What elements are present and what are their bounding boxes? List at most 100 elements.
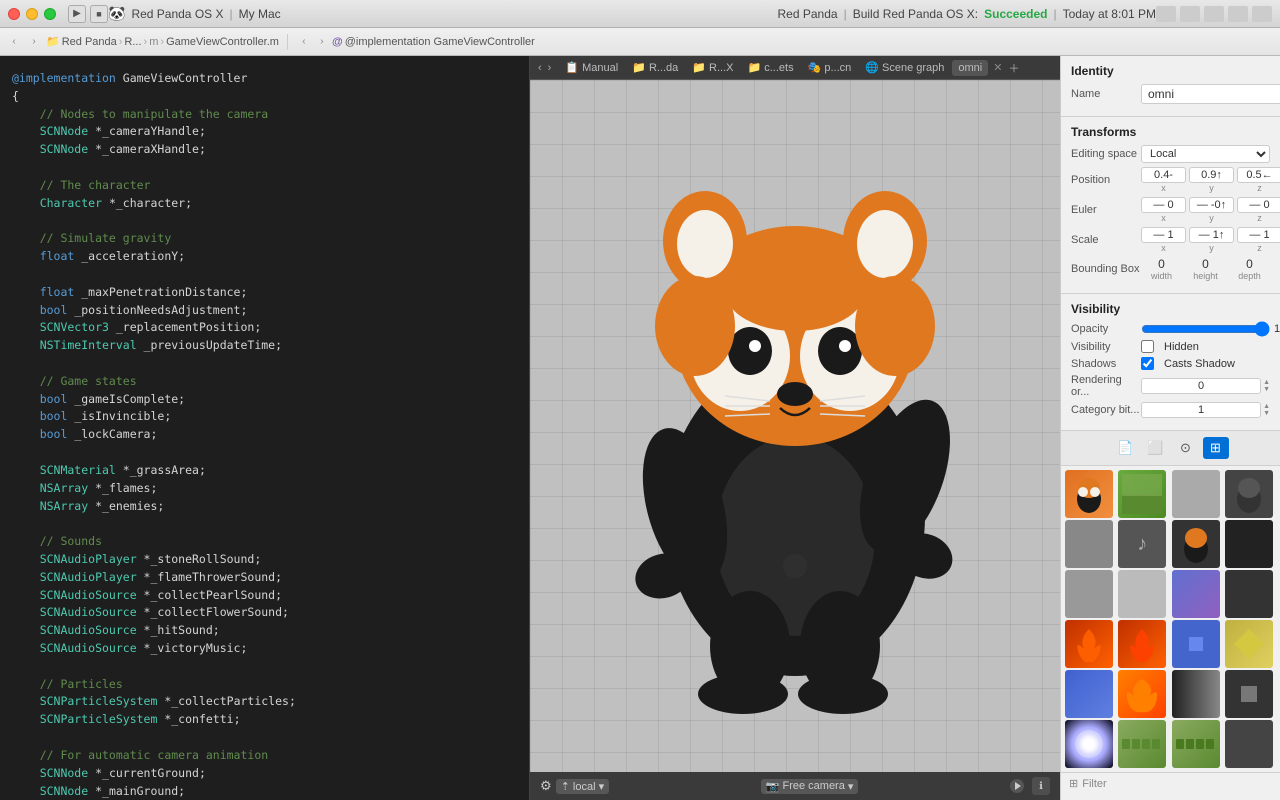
category-label: Category bit... bbox=[1071, 404, 1141, 416]
asset-cell[interactable] bbox=[1118, 620, 1166, 668]
asset-cell[interactable] bbox=[1065, 720, 1113, 768]
tab-c-ets[interactable]: 📁 c...ets bbox=[742, 59, 800, 76]
panel-icon[interactable] bbox=[1252, 6, 1272, 22]
local-mode-btn[interactable]: ⇡ local ▾ bbox=[556, 779, 609, 794]
editing-space-select[interactable]: Local World bbox=[1141, 145, 1270, 163]
code-editor[interactable]: @implementation GameViewController { // … bbox=[0, 56, 530, 800]
euler-y-label: y bbox=[1209, 213, 1214, 223]
bc-m[interactable]: m bbox=[149, 36, 158, 48]
tab-r-x[interactable]: 📁 R...X bbox=[686, 59, 739, 76]
asset-cell[interactable] bbox=[1065, 670, 1113, 718]
minimize-button[interactable] bbox=[26, 8, 38, 20]
position-x-input[interactable] bbox=[1141, 167, 1186, 183]
euler-y-input[interactable] bbox=[1189, 197, 1234, 213]
euler-x-input[interactable] bbox=[1141, 197, 1186, 213]
stop-icon[interactable]: ■ bbox=[90, 5, 108, 23]
asset-cell[interactable] bbox=[1172, 720, 1220, 768]
bc-r[interactable]: R... bbox=[124, 36, 141, 48]
scale-z-input[interactable] bbox=[1237, 227, 1280, 243]
scene-tabs: ‹ › 📋 Manual 📁 R...da 📁 R...X 📁 c...ets … bbox=[530, 56, 1060, 80]
tab-omni[interactable]: omni bbox=[952, 60, 988, 76]
scene-info-icon[interactable]: ℹ bbox=[1032, 777, 1050, 795]
asset-cell[interactable] bbox=[1118, 470, 1166, 518]
position-y-input[interactable] bbox=[1189, 167, 1234, 183]
asset-cell[interactable] bbox=[1172, 670, 1220, 718]
asset-cell[interactable] bbox=[1065, 570, 1113, 618]
breadcrumb: 📁 Red Panda › R... › m › GameViewControl… bbox=[46, 35, 279, 48]
window-controls[interactable] bbox=[8, 8, 56, 20]
scope-forward[interactable]: › bbox=[314, 34, 330, 50]
asset-tab-grid[interactable]: ⊞ bbox=[1203, 437, 1229, 459]
scheme-icon[interactable] bbox=[1180, 6, 1200, 22]
code-line: SCNAudioSource *_collectFlowerSound; bbox=[12, 604, 517, 622]
asset-tab-cube[interactable]: ⬜ bbox=[1143, 437, 1169, 459]
asset-cell[interactable] bbox=[1225, 520, 1273, 568]
tab-nav-forward[interactable]: › bbox=[548, 62, 552, 74]
name-input[interactable] bbox=[1141, 84, 1280, 104]
play-icon[interactable]: ▶ bbox=[68, 5, 86, 23]
nav-back-button[interactable]: ‹ bbox=[6, 34, 22, 50]
nav-forward-button[interactable]: › bbox=[26, 34, 42, 50]
position-z-input[interactable] bbox=[1237, 167, 1280, 183]
euler-z-input[interactable] bbox=[1237, 197, 1280, 213]
tab-manual[interactable]: 📋 Manual bbox=[559, 59, 624, 76]
code-line: SCNVector3 _replacementPosition; bbox=[12, 319, 517, 337]
build-status: Succeeded bbox=[984, 7, 1047, 21]
implementation-path[interactable]: @implementation GameViewController bbox=[345, 36, 535, 48]
rendering-down-arrow[interactable]: ▼ bbox=[1263, 386, 1270, 393]
tab-separator bbox=[287, 34, 288, 50]
category-stepper[interactable]: ▲ ▼ bbox=[1263, 403, 1270, 417]
tab-close-icon[interactable]: ✕ bbox=[993, 61, 1002, 74]
casts-shadow-checkbox[interactable] bbox=[1141, 357, 1154, 370]
asset-tab-document[interactable]: 📄 bbox=[1113, 437, 1139, 459]
camera-mode-btn[interactable]: 📷 Free camera ▾ bbox=[761, 779, 859, 794]
category-up-arrow[interactable]: ▲ bbox=[1263, 403, 1270, 410]
scale-y-input[interactable] bbox=[1189, 227, 1234, 243]
tab-add-icon[interactable]: ＋ bbox=[1008, 60, 1019, 76]
asset-cell[interactable] bbox=[1065, 470, 1113, 518]
play-scene-button[interactable] bbox=[1010, 779, 1024, 793]
asset-cell[interactable] bbox=[1118, 570, 1166, 618]
activity-icon[interactable] bbox=[1204, 6, 1224, 22]
asset-cell[interactable] bbox=[1225, 620, 1273, 668]
scale-x-input[interactable] bbox=[1141, 227, 1186, 243]
category-input[interactable] bbox=[1141, 402, 1261, 418]
scene-canvas bbox=[530, 80, 1060, 772]
scene-view: ‹ › 📋 Manual 📁 R...da 📁 R...X 📁 c...ets … bbox=[530, 56, 1060, 800]
asset-cell[interactable] bbox=[1172, 520, 1220, 568]
opacity-slider[interactable] bbox=[1141, 322, 1270, 336]
asset-tab-circle[interactable]: ⊙ bbox=[1173, 437, 1199, 459]
bc-project[interactable]: Red Panda bbox=[62, 36, 117, 48]
category-down-arrow[interactable]: ▼ bbox=[1263, 410, 1270, 417]
close-button[interactable] bbox=[8, 8, 20, 20]
asset-cell[interactable] bbox=[1172, 470, 1220, 518]
asset-cell[interactable] bbox=[1225, 670, 1273, 718]
rendering-input[interactable] bbox=[1141, 378, 1261, 394]
scope-back[interactable]: ‹ bbox=[296, 34, 312, 50]
asset-cell[interactable] bbox=[1065, 520, 1113, 568]
asset-cell[interactable] bbox=[1065, 620, 1113, 668]
tab-r-da[interactable]: 📁 R...da bbox=[626, 59, 684, 76]
asset-cell[interactable] bbox=[1172, 570, 1220, 618]
bc-root-icon: 📁 bbox=[46, 35, 60, 48]
tab-scene-graph[interactable]: 🌐 Scene graph bbox=[859, 59, 950, 76]
bc-file[interactable]: GameViewController.m bbox=[166, 36, 279, 48]
asset-cell[interactable] bbox=[1225, 720, 1273, 768]
asset-cell[interactable] bbox=[1172, 620, 1220, 668]
bb-depth-value: 0 bbox=[1246, 257, 1253, 271]
editor-mode-icon[interactable] bbox=[1228, 6, 1248, 22]
asset-cell[interactable] bbox=[1118, 720, 1166, 768]
view-control-icon[interactable] bbox=[1156, 6, 1176, 22]
rendering-stepper[interactable]: ▲ ▼ bbox=[1263, 379, 1270, 393]
fullscreen-button[interactable] bbox=[44, 8, 56, 20]
rendering-up-arrow[interactable]: ▲ bbox=[1263, 379, 1270, 386]
asset-cell[interactable]: ♪ bbox=[1118, 520, 1166, 568]
scene-settings-icon[interactable]: ⚙ bbox=[540, 778, 552, 794]
tab-nav-back[interactable]: ‹ bbox=[538, 62, 542, 74]
asset-cell[interactable] bbox=[1225, 470, 1273, 518]
tab-p-cn[interactable]: 🎭 p...cn bbox=[802, 59, 858, 76]
code-line: @implementation GameViewController bbox=[12, 70, 517, 88]
asset-cell[interactable] bbox=[1118, 670, 1166, 718]
asset-cell[interactable] bbox=[1225, 570, 1273, 618]
hidden-checkbox[interactable] bbox=[1141, 340, 1154, 353]
